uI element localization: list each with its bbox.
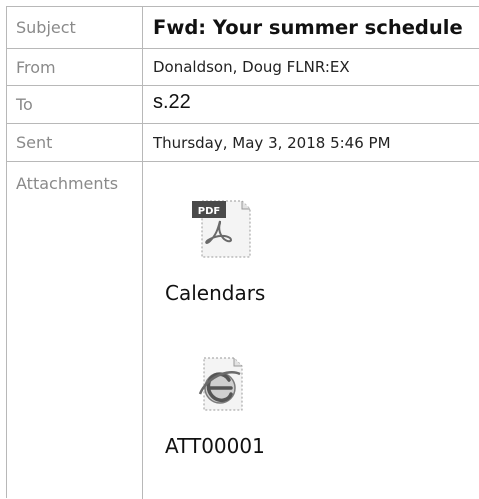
to-value: s.22	[153, 91, 191, 113]
from-row: From Donaldson, Doug FLNR:EX	[7, 49, 479, 86]
pdf-badge-label: PDF	[198, 206, 220, 217]
from-value: Donaldson, Doug FLNR:EX	[153, 58, 350, 76]
to-label: To	[7, 86, 143, 123]
sent-row: Sent Thursday, May 3, 2018 5:46 PM	[7, 124, 479, 162]
from-label: From	[7, 49, 143, 85]
subject-row: Subject Fwd: Your summer schedule	[7, 7, 479, 49]
sent-value: Thursday, May 3, 2018 5:46 PM	[153, 133, 391, 152]
subject-label: Subject	[7, 7, 143, 48]
to-row: To s.22	[7, 86, 479, 124]
subject-value-cell: Fwd: Your summer schedule	[153, 7, 479, 48]
attachment-name[interactable]: Calendars	[165, 281, 265, 305]
sent-value-cell: Thursday, May 3, 2018 5:46 PM	[153, 124, 479, 161]
to-value-cell: s.22	[153, 86, 479, 123]
pdf-file-icon[interactable]: PDF	[184, 195, 256, 265]
sent-label: Sent	[7, 124, 143, 161]
attachment-name[interactable]: ATT00001	[165, 434, 265, 458]
subject-value: Fwd: Your summer schedule	[153, 16, 463, 39]
html-file-icon[interactable]	[190, 354, 248, 418]
from-value-cell: Donaldson, Doug FLNR:EX	[153, 49, 479, 85]
attachments-label: Attachments	[7, 162, 143, 499]
